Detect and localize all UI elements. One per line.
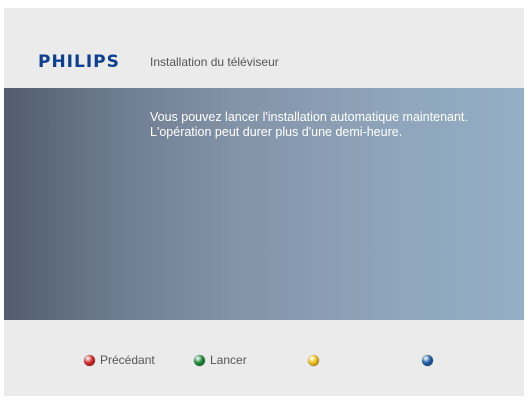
color-key-bar: Précédant Lancer bbox=[4, 320, 524, 396]
page-title: Installation du téléviseur bbox=[150, 55, 279, 69]
red-key-icon bbox=[84, 354, 95, 366]
previous-button[interactable]: Précédant bbox=[84, 352, 155, 368]
message-panel: Vous pouvez lancer l'installation automa… bbox=[4, 88, 524, 320]
previous-label: Précédant bbox=[100, 353, 155, 367]
yellow-key-icon bbox=[308, 354, 319, 366]
tv-installation-screen: PHILIPS Installation du téléviseur Vous … bbox=[4, 8, 524, 396]
header: PHILIPS Installation du téléviseur bbox=[4, 8, 524, 88]
yellow-key-button[interactable] bbox=[308, 352, 319, 368]
installation-message: Vous pouvez lancer l'installation automa… bbox=[150, 110, 510, 140]
green-key-icon bbox=[194, 354, 205, 366]
philips-logo: PHILIPS bbox=[38, 52, 120, 72]
start-button[interactable]: Lancer bbox=[194, 352, 247, 368]
start-label: Lancer bbox=[210, 353, 247, 367]
blue-key-button[interactable] bbox=[422, 352, 433, 368]
blue-key-icon bbox=[422, 354, 433, 366]
message-line-2: L'opération peut durer plus d'une demi-h… bbox=[150, 125, 403, 139]
message-line-1: Vous pouvez lancer l'installation automa… bbox=[150, 110, 468, 124]
